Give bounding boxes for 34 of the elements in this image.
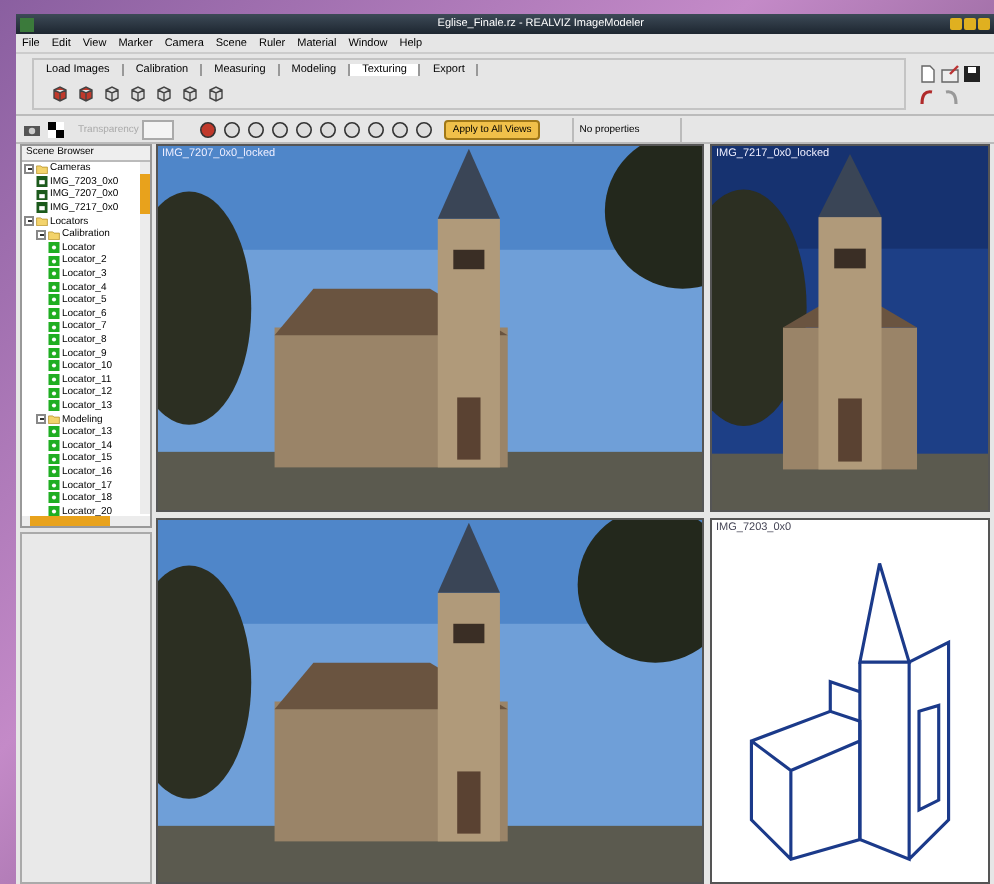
close-button[interactable]: [978, 18, 990, 30]
cube-icon[interactable]: [206, 84, 226, 105]
sphere-icon[interactable]: [198, 119, 219, 139]
minimize-button[interactable]: [950, 18, 962, 30]
new-file-icon[interactable]: [918, 63, 938, 83]
expand-toggle[interactable]: [24, 216, 34, 227]
sphere-icon[interactable]: [318, 119, 339, 139]
cube-icon[interactable]: [102, 84, 122, 105]
save-icon[interactable]: [962, 63, 982, 83]
sphere-icon[interactable]: [414, 119, 435, 139]
expand-toggle[interactable]: [36, 414, 46, 425]
cube-icon[interactable]: [180, 84, 200, 105]
scrollbar[interactable]: [22, 516, 150, 526]
expand-toggle[interactable]: [24, 163, 34, 174]
sphere-icon[interactable]: [246, 119, 267, 139]
sphere-icon[interactable]: [342, 119, 363, 139]
cube-icon[interactable]: [50, 84, 70, 105]
app-icon: [20, 17, 34, 31]
scrollbar[interactable]: [140, 162, 150, 514]
sphere-icon[interactable]: [366, 119, 387, 139]
cube-icon[interactable]: [154, 84, 174, 105]
checker-icon[interactable]: [46, 119, 66, 139]
sphere-icon[interactable]: [294, 119, 315, 139]
cube-icon[interactable]: [128, 84, 148, 105]
open-file-icon[interactable]: [940, 63, 960, 83]
sphere-icon[interactable]: [390, 119, 411, 139]
sphere-icon[interactable]: [270, 119, 291, 139]
expand-toggle[interactable]: [36, 229, 46, 240]
maximize-button[interactable]: [964, 18, 976, 30]
folder-icon: [48, 413, 60, 425]
cube-icon[interactable]: [76, 84, 96, 105]
sphere-icon[interactable]: [222, 119, 243, 139]
undo-icon[interactable]: [918, 85, 938, 105]
transparency-field[interactable]: [142, 119, 175, 139]
